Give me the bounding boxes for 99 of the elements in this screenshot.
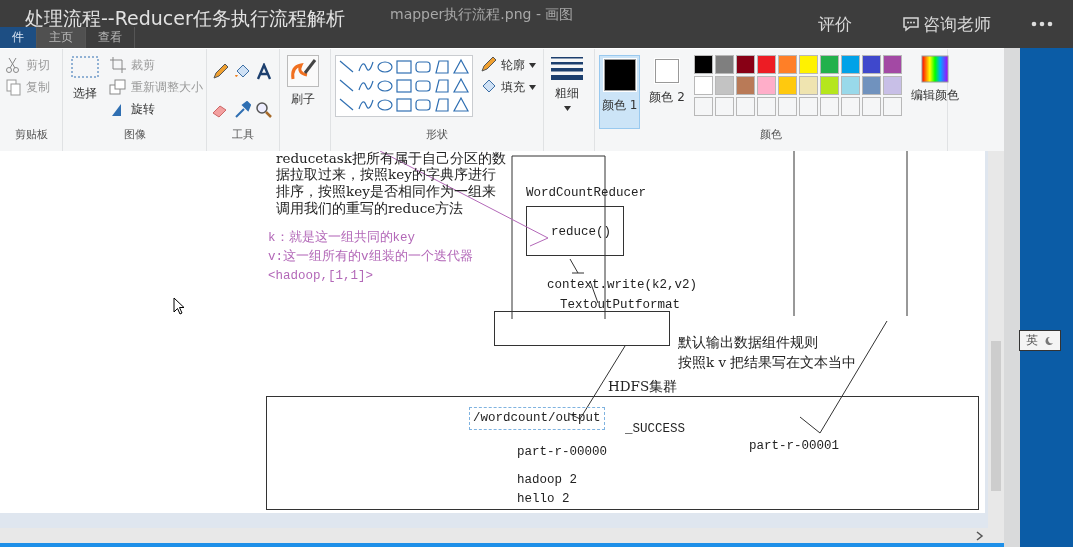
color-swatch[interactable]	[735, 55, 755, 74]
shape-icon[interactable]	[433, 96, 451, 114]
scissors-icon	[4, 56, 22, 74]
color-swatch[interactable]	[798, 55, 818, 74]
group-label: 工具	[231, 127, 255, 143]
canvas-text: 据拉取过来，按照key的字典序进行	[276, 168, 496, 182]
caret-icon	[529, 84, 536, 90]
shape-icon[interactable]	[376, 58, 394, 76]
canvas-text: 默认输出数据组件规则	[678, 336, 818, 350]
more-icon[interactable]	[1031, 21, 1053, 27]
selection-icon	[70, 55, 100, 81]
shape-icon[interactable]	[376, 96, 394, 114]
consult-button[interactable]: 咨询老师	[902, 12, 991, 36]
select-button[interactable]: 选择	[67, 55, 103, 102]
group-label: 图像	[122, 127, 147, 143]
shape-icon[interactable]	[452, 58, 470, 76]
cursor-icon	[173, 297, 185, 315]
size-button[interactable]: 粗细	[548, 55, 586, 111]
canvas-text: HDFS集群	[608, 380, 678, 394]
color-swatch[interactable]	[840, 76, 860, 95]
color-swatch[interactable]	[714, 76, 734, 95]
input-method-indicator[interactable]: 英	[1019, 330, 1061, 351]
brush-icon	[287, 55, 319, 87]
group-label: 剪贴板	[13, 127, 49, 143]
canvas-text: context.write(k2,v2)	[547, 279, 698, 292]
window-title: mapper执行流程.png - 画图	[390, 6, 574, 24]
canvas-text: k：就是这一组共同的key	[268, 232, 415, 245]
shape-icon[interactable]	[395, 58, 413, 76]
canvas-text: part-r-00001	[749, 440, 839, 453]
shape-icon[interactable]	[395, 96, 413, 114]
fill-button[interactable]: 填充	[479, 77, 536, 97]
shape-icon[interactable]	[376, 77, 394, 95]
selected-text: /wordcount/output	[469, 407, 605, 430]
pencil-icon[interactable]	[211, 63, 229, 81]
color-slot-button[interactable]: 颜色 2	[646, 55, 688, 121]
color-picker-icon[interactable]	[233, 101, 251, 119]
video-title: 处理流程--Reducer任务执行流程解析	[25, 9, 345, 28]
color-swatch[interactable]	[777, 55, 797, 74]
group-label: 形状	[425, 127, 449, 143]
moon-icon	[1044, 335, 1054, 346]
color-swatch[interactable]	[819, 76, 839, 95]
shape-icon[interactable]	[433, 58, 451, 76]
shape-icon[interactable]	[452, 77, 470, 95]
shape-icon[interactable]	[395, 77, 413, 95]
color-swatch[interactable]	[861, 55, 881, 74]
copy-icon	[4, 78, 22, 96]
resize-icon	[109, 78, 127, 96]
caret-icon	[529, 62, 536, 68]
canvas-text: TextoutPutformat	[560, 299, 681, 312]
canvas-text: v:这一组所有的v组装的一个迭代器	[268, 251, 473, 264]
canvas-text: reducetask把所有属于自己分区的数	[276, 152, 506, 166]
color-swatch[interactable]	[777, 76, 797, 95]
color-swatch[interactable]	[756, 55, 776, 74]
shape-icon[interactable]	[414, 58, 432, 76]
chat-icon	[902, 16, 920, 32]
scroll-right-icon[interactable]	[976, 530, 984, 541]
shape-icon[interactable]	[452, 96, 470, 114]
color-swatch[interactable]	[819, 55, 839, 74]
canvas-text: 调用我们的重写的reduce方法	[276, 202, 464, 216]
file-tab[interactable]: 件	[0, 27, 37, 48]
color-swatch[interactable]	[882, 55, 902, 74]
color-slot-button[interactable]: 颜色 1	[599, 55, 641, 129]
line-width-icon	[551, 55, 583, 81]
canvas-text: _SUCCESS	[625, 423, 685, 436]
color-swatch[interactable]	[798, 76, 818, 95]
shapes-gallery[interactable]	[335, 55, 473, 117]
color-swatch[interactable]	[735, 76, 755, 95]
canvas-text: hello 2	[517, 493, 570, 506]
edit-colors-button[interactable]: 编辑颜色	[907, 55, 962, 104]
group-label: 颜色	[759, 127, 783, 143]
shape-icon[interactable]	[433, 77, 451, 95]
spectrum-icon	[920, 55, 949, 83]
text-tool-icon[interactable]	[255, 63, 273, 81]
canvas-text: 排序，按照key是否相同作为一组来	[276, 185, 496, 199]
color-swatch[interactable]	[882, 76, 902, 95]
color-swatch[interactable]	[756, 76, 776, 95]
pencil-icon	[479, 56, 497, 74]
rate-button[interactable]: 评价	[818, 12, 852, 36]
rotate-button[interactable]: 旋转	[109, 99, 203, 119]
canvas-text: hadoop 2	[517, 474, 577, 487]
crop-icon	[109, 56, 127, 74]
magnifier-icon[interactable]	[255, 101, 273, 119]
color-swatch[interactable]	[714, 55, 734, 74]
canvas-text: 按照k v 把结果写在文本当中	[678, 356, 857, 370]
canvas-text: part-r-00000	[517, 446, 607, 459]
ribbon-tab[interactable]: 主页	[37, 27, 86, 48]
color-swatch[interactable]	[693, 55, 713, 74]
color-swatch[interactable]	[861, 76, 881, 95]
caret-icon	[563, 106, 571, 111]
shape-icon[interactable]	[414, 96, 432, 114]
shape-icon[interactable]	[414, 77, 432, 95]
color-swatch[interactable]	[693, 76, 713, 95]
canvas-text: WordCountReducer	[526, 187, 647, 200]
outline-button[interactable]: 轮廓	[479, 55, 536, 75]
color-swatch[interactable]	[840, 55, 860, 74]
canvas-text: reduce()	[551, 226, 611, 239]
scrollbar-thumb[interactable]	[991, 341, 1001, 491]
canvas-text: <hadoop,[1,1]>	[268, 270, 374, 283]
brush-button[interactable]: 刷子	[284, 55, 322, 108]
